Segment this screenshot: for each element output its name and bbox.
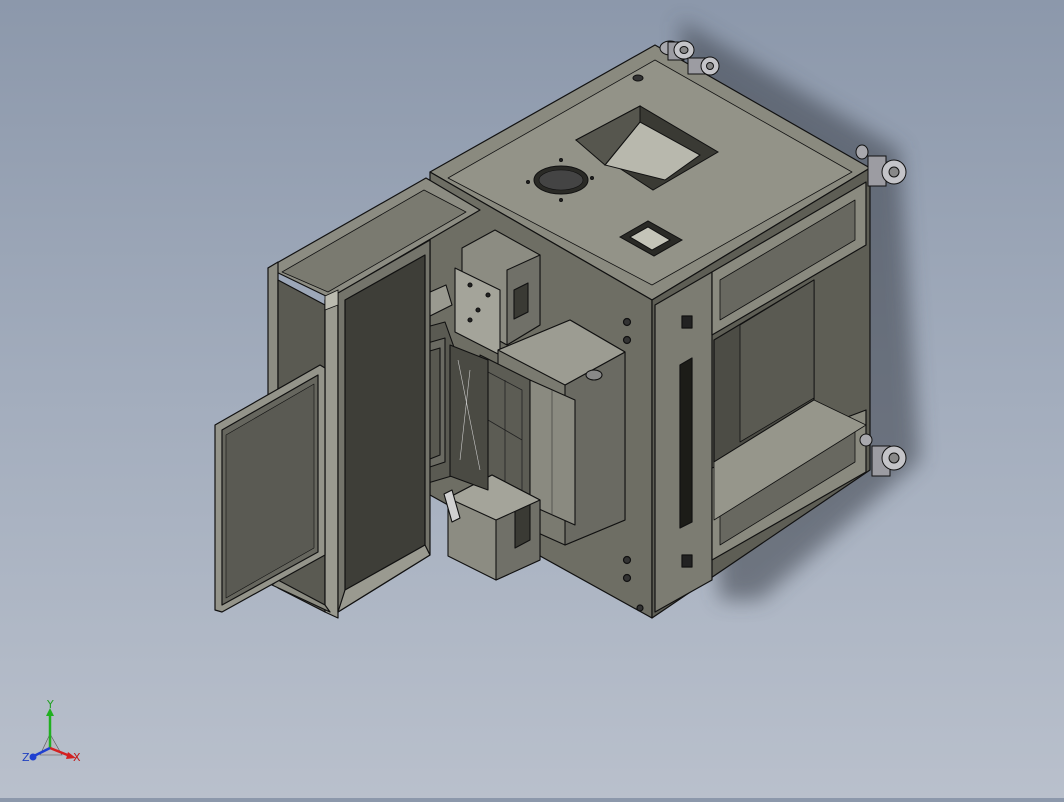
strip-slot [679,357,693,529]
cad-graphics-viewport[interactable] [0,0,1064,798]
indicator-top [681,315,693,329]
mount-hole [622,573,632,583]
internal-mechanism [449,344,489,491]
mount-hole [622,335,632,345]
coordinate-triad: Y X Z [18,698,88,770]
enclosure-opening [344,254,426,596]
caster-wheel[interactable] [687,56,720,76]
cabinet-assembly-model[interactable] [0,0,1064,798]
mount-hole [636,604,644,612]
mount-hole [622,317,632,327]
mount-hole [622,555,632,565]
indicator-bottom [681,554,693,568]
z-axis-label: Z [22,751,30,764]
top-small-hole [632,74,644,82]
enclosure-front-post [324,292,339,619]
y-axis-label: Y [46,700,54,711]
x-axis-label: X [73,751,81,764]
